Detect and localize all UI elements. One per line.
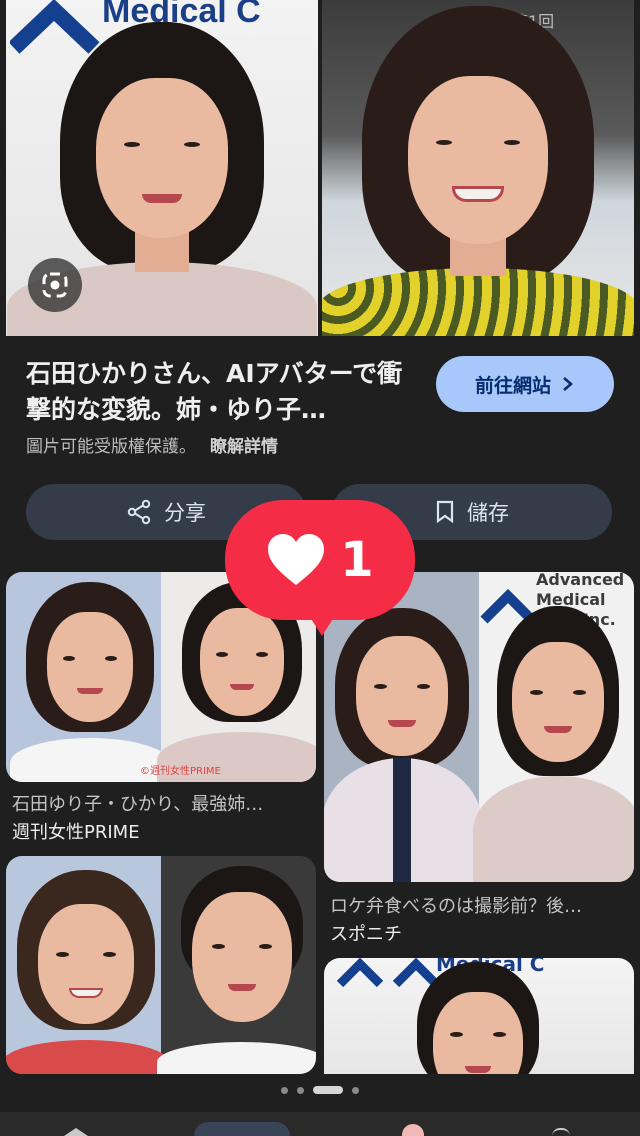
- related-caption-1[interactable]: 石田ゆり子・ひかり、最強姉…: [12, 790, 312, 816]
- page-dot[interactable]: [281, 1086, 288, 1094]
- related-watermark: ©週刊女性PRIME: [140, 766, 221, 777]
- heart-icon: [268, 534, 325, 585]
- portrait: [6, 870, 171, 1074]
- page-dot[interactable]: [297, 1086, 304, 1094]
- related-image-4[interactable]: Medical C: [324, 958, 634, 1074]
- lens-icon: [42, 272, 68, 298]
- learn-more-link[interactable]: 瞭解詳情: [210, 432, 278, 457]
- bookmark-icon: [436, 500, 454, 524]
- share-label: 分享: [164, 501, 206, 525]
- page-dot[interactable]: [352, 1086, 359, 1094]
- nav-search-tab-active[interactable]: [194, 1122, 290, 1136]
- hero-image-right[interactable]: 第1回: [322, 0, 634, 336]
- related-source-1: 週刊女性PRIME: [12, 822, 140, 843]
- visit-website-button[interactable]: 前往網站: [436, 356, 614, 412]
- chevron-right-icon: [563, 377, 573, 391]
- visit-website-label: 前往網站: [474, 375, 551, 397]
- like-count: 1: [340, 532, 374, 588]
- copyright-text: 圖片可能受版權保護。: [26, 437, 196, 457]
- portrait: [157, 866, 316, 1074]
- portrait: [324, 608, 482, 882]
- nav-more-icon[interactable]: [552, 1128, 570, 1136]
- related-image-2[interactable]: [6, 856, 316, 1074]
- result-title[interactable]: 石田ひかりさん、AIアバターで衝撃的な変貌。姉・ゆり子…: [26, 356, 416, 428]
- home-icon[interactable]: [64, 1128, 88, 1136]
- portrait: [473, 606, 634, 882]
- save-label: 儲存: [467, 501, 509, 525]
- like-bubble[interactable]: 1: [225, 500, 415, 620]
- pagination-dots: [0, 1086, 640, 1094]
- portrait: [7, 22, 317, 336]
- portrait: [322, 6, 634, 336]
- related-image-3[interactable]: Advanced Medical Care Inc.: [324, 572, 634, 882]
- copyright-notice: 圖片可能受版權保護。 瞭解詳情: [26, 432, 278, 457]
- share-icon: [127, 499, 151, 525]
- hero-image-left[interactable]: Medical C: [6, 0, 318, 336]
- page-dot-active[interactable]: [313, 1086, 343, 1094]
- related-source-3: スポニチ: [330, 924, 402, 945]
- like-bubble-tail: [308, 614, 336, 636]
- lens-button[interactable]: [28, 258, 82, 312]
- portrait: [413, 962, 543, 1074]
- related-caption-3[interactable]: ロケ弁食べるのは撮影前？後…: [330, 892, 630, 918]
- bottom-navigation: [0, 1112, 640, 1136]
- portrait: [10, 582, 170, 782]
